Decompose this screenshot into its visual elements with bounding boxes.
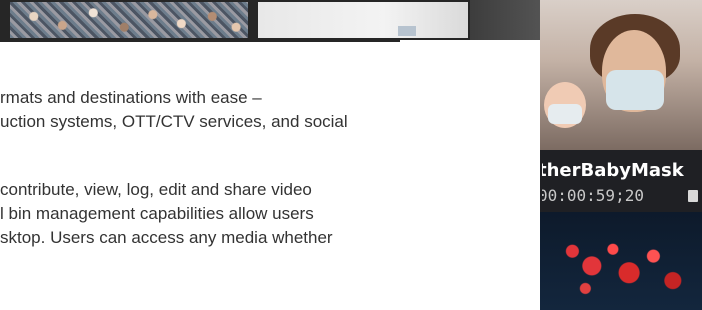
crowd-thumbnail[interactable] xyxy=(10,2,248,38)
face-mask xyxy=(606,70,664,110)
article-line: contribute, view, log, edit and share vi… xyxy=(0,180,312,199)
article-paragraph-1: rmats and destinations with ease – uctio… xyxy=(0,86,540,134)
trash-icon[interactable] xyxy=(688,190,698,202)
clip-title: therBabyMask xyxy=(542,160,684,181)
baby-mask xyxy=(548,104,582,124)
article-line: l bin management capabilities allow user… xyxy=(0,204,314,223)
video-frame[interactable] xyxy=(540,0,702,150)
article-line: rmats and destinations with ease – xyxy=(0,88,262,107)
article-line: uction systems, OTT/CTV services, and so… xyxy=(0,112,348,131)
article-line: sktop. Users can access any media whethe… xyxy=(0,228,333,247)
document-thumbnail[interactable] xyxy=(258,2,468,38)
article-card: rmats and destinations with ease – uctio… xyxy=(0,40,540,310)
map-thumbnail[interactable] xyxy=(540,212,702,310)
article-paragraph-2: contribute, view, log, edit and share vi… xyxy=(0,178,540,250)
clip-preview-panel[interactable]: therBabyMask 00:00:59;20 xyxy=(540,0,702,310)
clip-timecode: 00:00:59;20 xyxy=(542,186,644,205)
